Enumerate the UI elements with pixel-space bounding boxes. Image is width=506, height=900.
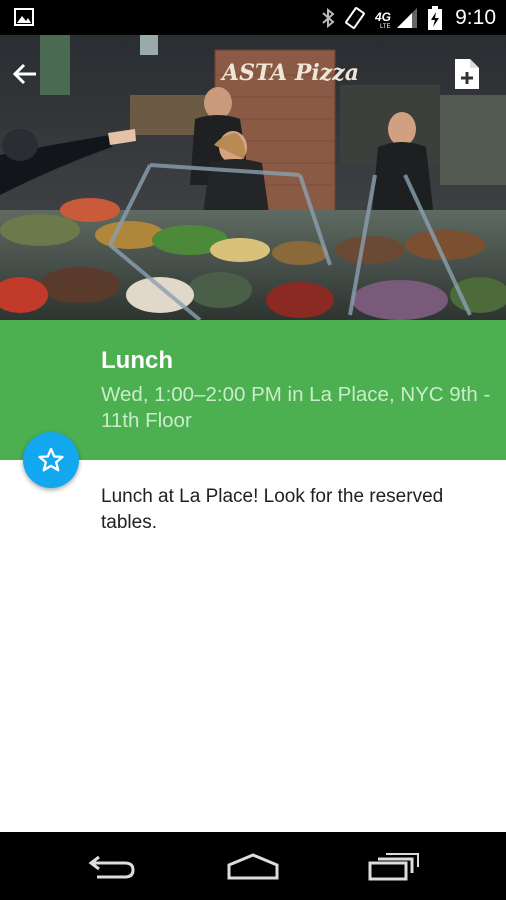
arrow-back-icon[interactable] [10, 59, 40, 89]
cafeteria-photo: ASTA Pizza [0, 35, 506, 320]
session-description: Lunch at La Place! Look for the reserved… [101, 486, 444, 533]
session-photo: ASTA Pizza [0, 35, 506, 320]
status-bar: 4G LTE 9:10 [0, 0, 506, 35]
session-header: Lunch Wed, 1:00–2:00 PM in La Place, NYC… [0, 320, 506, 460]
home-nav-button[interactable] [223, 846, 283, 886]
system-nav-bar [0, 832, 506, 900]
signal-icon: 4G LTE [375, 7, 418, 29]
back-nav-button[interactable] [82, 846, 142, 886]
gallery-icon [14, 8, 34, 26]
session-time-location: Wed, 1:00–2:00 PM in La Place, NYC 9th -… [101, 383, 491, 432]
recents-nav-icon [368, 853, 419, 881]
battery-charging-icon [428, 5, 443, 30]
status-time: 9:10 [455, 5, 496, 29]
vibrate-icon [345, 6, 365, 29]
home-nav-icon [227, 853, 279, 880]
back-nav-icon [88, 855, 135, 879]
session-title: Lunch [101, 347, 173, 374]
bluetooth-icon [322, 7, 335, 28]
svg-text:4G: 4G [375, 10, 391, 24]
hero-sign: ASTA Pizza [220, 60, 359, 86]
add-to-calendar-icon[interactable] [452, 57, 482, 91]
recents-nav-button[interactable] [364, 846, 424, 886]
session-details: Lunch at La Place! Look for the reserved… [0, 460, 506, 832]
svg-text:LTE: LTE [380, 24, 391, 29]
star-outline-icon [38, 447, 64, 472]
favorite-button[interactable] [23, 432, 79, 488]
